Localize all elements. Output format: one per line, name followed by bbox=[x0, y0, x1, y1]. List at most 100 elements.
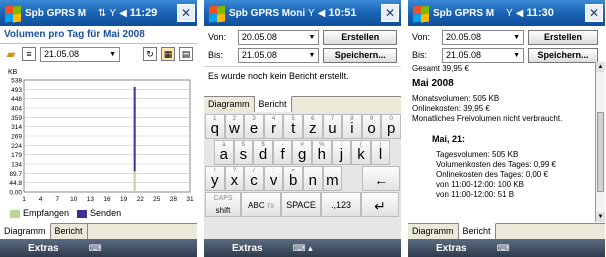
phone-screen-diagram: Spb GPRS M ⇅ Y ◀ 11:29 ✕ Volumen pro Tag… bbox=[0, 0, 198, 257]
enter-key[interactable]: ↵ bbox=[361, 192, 399, 217]
erstellen-button[interactable]: Erstellen bbox=[528, 29, 598, 45]
key-j[interactable]: ' j bbox=[331, 140, 352, 165]
key-k[interactable]: (k bbox=[351, 140, 371, 165]
key-o[interactable]: 9o bbox=[361, 114, 382, 139]
key-q[interactable]: 1q bbox=[205, 114, 225, 139]
key-s[interactable]: ßs bbox=[233, 140, 254, 165]
volume-icon[interactable]: ◀ bbox=[119, 8, 127, 19]
key-x[interactable]: ? x bbox=[224, 166, 245, 191]
key-f[interactable]: -f bbox=[272, 140, 293, 165]
key-v[interactable]: :v bbox=[263, 166, 284, 191]
x-tick-label: 7 bbox=[55, 196, 59, 203]
folder-icon[interactable]: ▰ bbox=[4, 47, 18, 61]
y-tick-label: 44.8 bbox=[9, 180, 22, 187]
clock[interactable]: 11:29 bbox=[130, 7, 158, 19]
shift-key[interactable]: CAPS shift bbox=[205, 192, 241, 217]
tab-diagramm[interactable]: Diagramm bbox=[0, 223, 51, 239]
chevron-down-icon: ▼ bbox=[308, 51, 316, 59]
close-icon[interactable]: ✕ bbox=[177, 4, 195, 22]
date-select[interactable]: 21.05.08 ▼ bbox=[40, 46, 120, 62]
bis-row: Bis: 21.05.08 ▼ Speichern... bbox=[204, 46, 401, 64]
key-p[interactable]: 0p bbox=[381, 114, 401, 139]
report-icon[interactable]: ▤ bbox=[179, 47, 193, 61]
key-u[interactable]: 7u bbox=[322, 114, 343, 139]
signal-icon[interactable]: Y bbox=[109, 8, 116, 19]
volume-icon[interactable]: ◀ bbox=[516, 8, 524, 19]
scroll-down-icon[interactable]: ▼ bbox=[596, 212, 605, 222]
y-tick-label: 269 bbox=[11, 134, 22, 141]
report-month-heading: Mai 2008 bbox=[412, 78, 454, 89]
key-d[interactable]: $ d bbox=[253, 140, 273, 165]
speichern-button[interactable]: Speichern... bbox=[528, 47, 598, 63]
start-menu-icon[interactable] bbox=[2, 3, 22, 23]
refresh-icon[interactable]: ↻ bbox=[143, 47, 157, 61]
keyboard-icon[interactable]: ⌨ bbox=[497, 243, 510, 254]
key-r[interactable]: 4r bbox=[263, 114, 284, 139]
clock[interactable]: 11:30 bbox=[526, 7, 554, 19]
key-n[interactable]: n bbox=[302, 166, 323, 191]
start-menu-icon[interactable] bbox=[410, 3, 430, 23]
speichern-button[interactable]: Speichern... bbox=[323, 47, 397, 63]
key-c[interactable]: / c bbox=[244, 166, 264, 191]
key-m[interactable]: m bbox=[322, 166, 343, 191]
erstellen-button[interactable]: Erstellen bbox=[323, 29, 397, 45]
tab-diagramm[interactable]: Diagramm bbox=[204, 97, 255, 112]
day-costs: Volumenkosten des Tages: 0,99 € bbox=[436, 160, 556, 169]
extras-softkey[interactable]: Extras bbox=[232, 243, 263, 254]
keyboard-row-3: ! y? x / c: v = b n m ← bbox=[205, 166, 401, 191]
numeric-key[interactable]: .,123 bbox=[321, 192, 361, 217]
calendar-icon[interactable]: ▦ bbox=[161, 47, 175, 61]
tab-bericht[interactable]: Bericht bbox=[254, 96, 292, 112]
key-i[interactable]: 8i bbox=[342, 114, 362, 139]
keyboard-icon[interactable]: ⌨ ▴ bbox=[293, 243, 313, 254]
monthly-volume: Monatsvolumen: 505 KB bbox=[412, 94, 500, 103]
close-icon[interactable]: ✕ bbox=[585, 4, 603, 22]
key-g[interactable]: # g bbox=[292, 140, 312, 165]
bis-date-select[interactable]: 21.05.08 ▼ bbox=[442, 47, 524, 63]
key-y[interactable]: ! y bbox=[205, 166, 225, 191]
key-t[interactable]: 5t bbox=[283, 114, 303, 139]
data-connection-icon[interactable]: ⇅ bbox=[98, 8, 106, 19]
bis-date-select[interactable]: 21.05.08 ▼ bbox=[237, 47, 320, 63]
softkey-bar: Extras ⌨ bbox=[408, 239, 605, 257]
key-h[interactable]: % h bbox=[311, 140, 332, 165]
signal-icon[interactable]: Y bbox=[506, 8, 513, 19]
von-date-select[interactable]: 20.05.08 ▼ bbox=[237, 29, 320, 45]
close-icon[interactable]: ✕ bbox=[381, 4, 399, 22]
x-tick-label: 10 bbox=[70, 196, 78, 203]
clock[interactable]: 10:51 bbox=[328, 7, 356, 19]
extras-softkey[interactable]: Extras bbox=[28, 243, 59, 254]
keyboard-icon[interactable]: ⌨ bbox=[89, 243, 102, 254]
tab-bericht[interactable]: Bericht bbox=[50, 224, 88, 239]
abc-t9-key[interactable]: ABC T9 bbox=[241, 192, 281, 217]
tab-bar: Diagramm Bericht bbox=[204, 96, 401, 112]
key-a[interactable]: àa bbox=[214, 140, 234, 165]
vertical-scrollbar[interactable]: ▲ ▼ bbox=[595, 62, 605, 222]
app-title: Spb GPRS Monit bbox=[229, 7, 305, 19]
key-l[interactable]: ) l bbox=[370, 140, 391, 165]
y-tick-label: 359 bbox=[11, 115, 22, 122]
tab-bericht[interactable]: Bericht bbox=[458, 223, 496, 239]
x-tick-label: 19 bbox=[120, 196, 128, 203]
page-title: Volumen pro Tag für Mai 2008 bbox=[0, 26, 197, 44]
von-row: Von: 20.05.08 ▼ Erstellen bbox=[204, 28, 401, 46]
space-key[interactable]: SPACE bbox=[281, 192, 321, 217]
extras-softkey[interactable]: Extras bbox=[436, 243, 467, 254]
key-b[interactable]: = b bbox=[283, 166, 303, 191]
title-bar: Spb GPRS M Y ◀ 11:30 ✕ bbox=[408, 0, 605, 26]
scrollbar-thumb[interactable] bbox=[597, 112, 604, 192]
day-volume: Tagesvolumen: 505 KB bbox=[436, 150, 519, 159]
tab-diagramm[interactable]: Diagramm bbox=[408, 224, 459, 239]
von-date-select[interactable]: 20.05.08 ▼ bbox=[442, 29, 524, 45]
key-w[interactable]: 2w bbox=[224, 114, 245, 139]
list-icon[interactable]: ≡ bbox=[22, 47, 36, 61]
backspace-key[interactable]: ← bbox=[362, 166, 401, 191]
start-menu-icon[interactable] bbox=[206, 3, 226, 23]
signal-icon[interactable]: Y bbox=[308, 8, 315, 19]
bar-empfangen bbox=[133, 171, 136, 192]
x-tick-label: 16 bbox=[103, 196, 111, 203]
scroll-up-icon[interactable]: ▲ bbox=[596, 62, 605, 72]
key-z[interactable]: 6z bbox=[302, 114, 323, 139]
volume-icon[interactable]: ◀ bbox=[318, 8, 326, 19]
key-e[interactable]: 3e bbox=[244, 114, 264, 139]
